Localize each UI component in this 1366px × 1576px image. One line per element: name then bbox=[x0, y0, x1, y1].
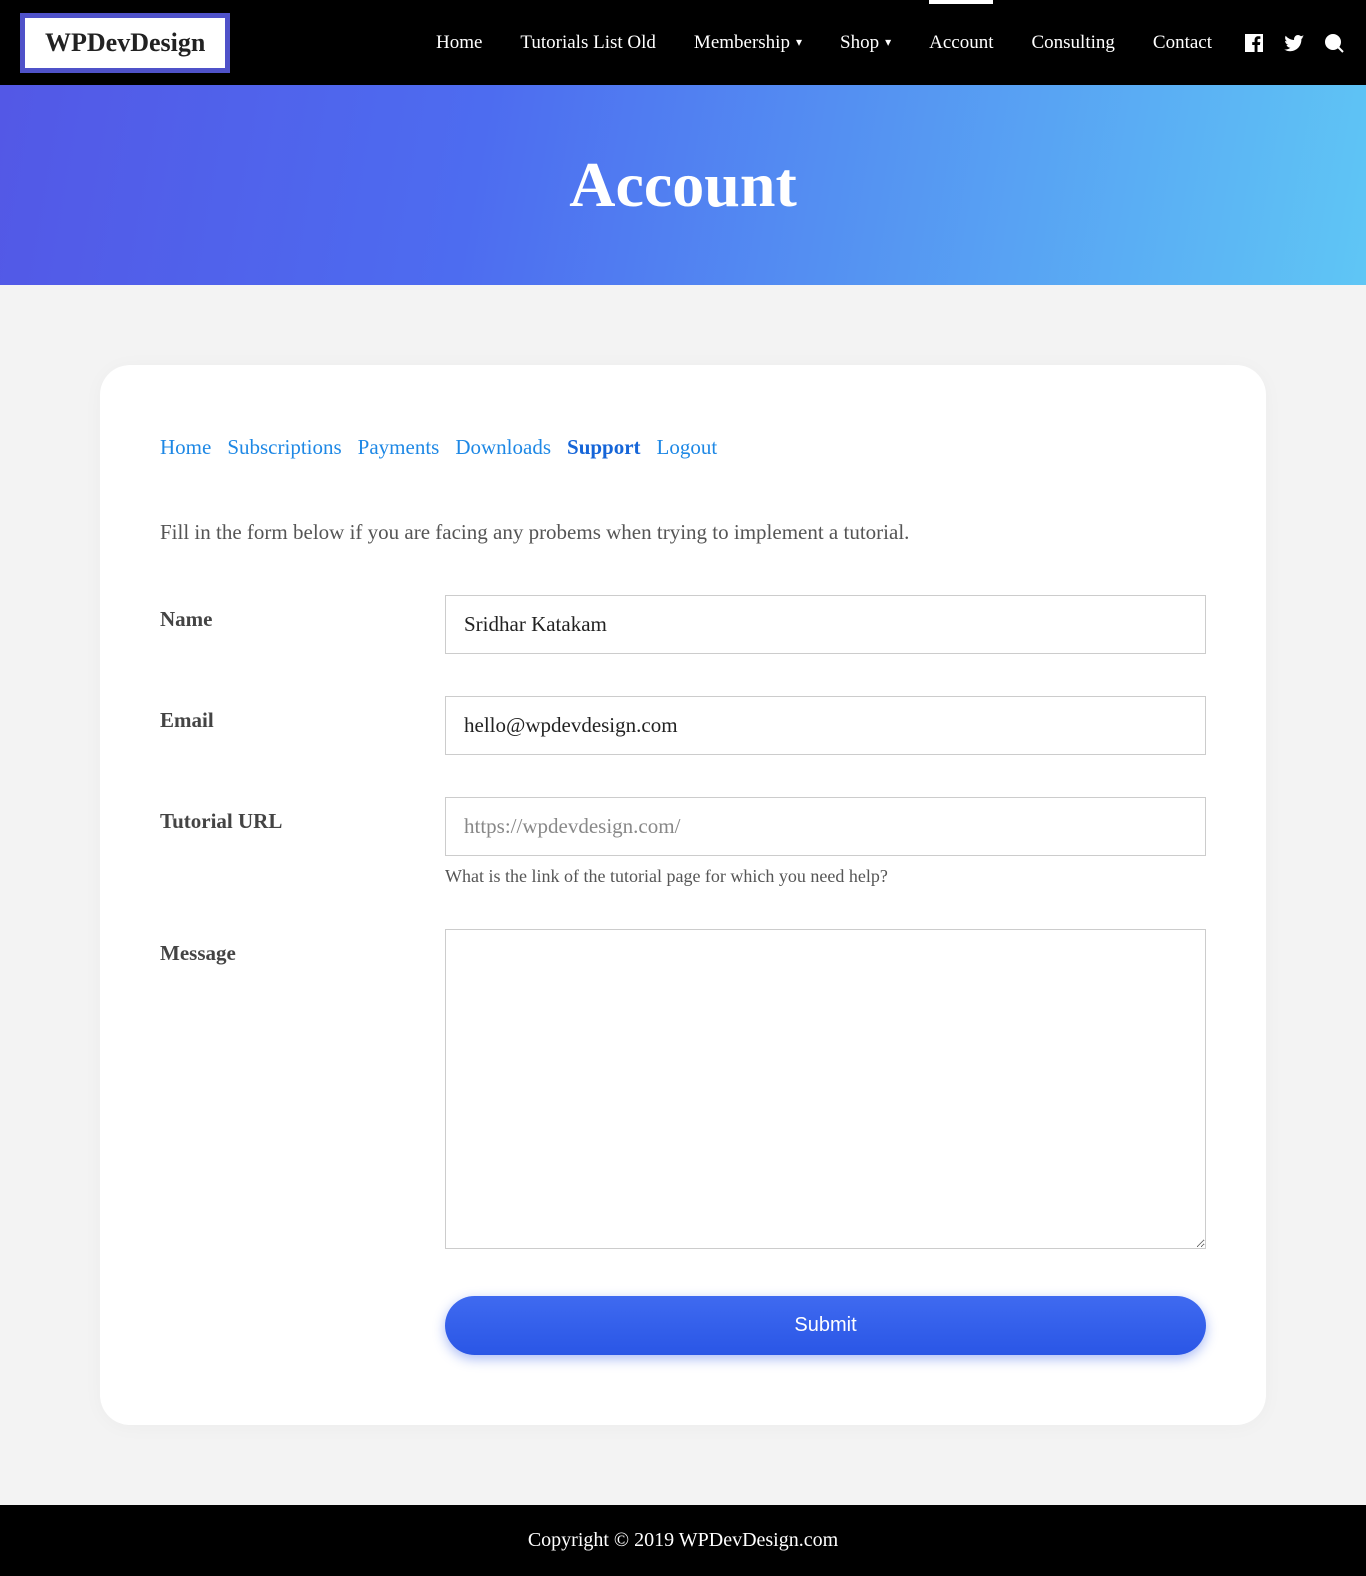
content: Home Subscriptions Payments Downloads Su… bbox=[0, 285, 1366, 1505]
header-icons bbox=[1242, 31, 1346, 55]
tab-home[interactable]: Home bbox=[160, 435, 211, 460]
nav-shop[interactable]: Shop ▾ bbox=[840, 0, 891, 85]
facebook-icon[interactable] bbox=[1242, 31, 1266, 55]
field-row-url: Tutorial URL What is the link of the tut… bbox=[160, 797, 1206, 887]
header: WPDevDesign Home Tutorials List Old Memb… bbox=[0, 0, 1366, 85]
nav-membership-label: Membership bbox=[694, 32, 790, 54]
email-input[interactable] bbox=[445, 696, 1206, 755]
nav-consulting[interactable]: Consulting bbox=[1031, 0, 1114, 85]
message-input[interactable] bbox=[445, 929, 1206, 1249]
tab-downloads[interactable]: Downloads bbox=[455, 435, 551, 460]
submit-button[interactable]: Submit bbox=[445, 1296, 1206, 1355]
chevron-down-icon: ▾ bbox=[796, 35, 802, 50]
logo[interactable]: WPDevDesign bbox=[20, 13, 230, 73]
nav-contact[interactable]: Contact bbox=[1153, 0, 1212, 85]
intro-text: Fill in the form below if you are facing… bbox=[160, 520, 1206, 545]
account-tabs: Home Subscriptions Payments Downloads Su… bbox=[160, 435, 1206, 460]
submit-row: Submit bbox=[445, 1296, 1206, 1355]
name-input[interactable] bbox=[445, 595, 1206, 654]
field-row-message: Message bbox=[160, 929, 1206, 1254]
chevron-down-icon: ▾ bbox=[885, 35, 891, 50]
tab-payments[interactable]: Payments bbox=[358, 435, 440, 460]
tab-support[interactable]: Support bbox=[567, 435, 641, 460]
message-label: Message bbox=[160, 929, 445, 966]
search-icon[interactable] bbox=[1322, 31, 1346, 55]
email-label: Email bbox=[160, 696, 445, 733]
field-row-email: Email bbox=[160, 696, 1206, 755]
nav-home[interactable]: Home bbox=[436, 0, 482, 85]
page-title: Account bbox=[569, 148, 797, 222]
tab-subscriptions[interactable]: Subscriptions bbox=[227, 435, 341, 460]
hero: Account bbox=[0, 85, 1366, 285]
nav-tutorials[interactable]: Tutorials List Old bbox=[520, 0, 656, 85]
main-nav: Home Tutorials List Old Membership ▾ Sho… bbox=[436, 0, 1212, 85]
twitter-icon[interactable] bbox=[1282, 31, 1306, 55]
url-help: What is the link of the tutorial page fo… bbox=[445, 866, 1206, 887]
nav-shop-label: Shop bbox=[840, 32, 879, 54]
url-label: Tutorial URL bbox=[160, 797, 445, 834]
account-card: Home Subscriptions Payments Downloads Su… bbox=[100, 365, 1266, 1425]
field-row-name: Name bbox=[160, 595, 1206, 654]
tab-logout[interactable]: Logout bbox=[657, 435, 718, 460]
name-label: Name bbox=[160, 595, 445, 632]
support-form: Name Email Tutorial URL What is the link… bbox=[160, 595, 1206, 1355]
nav-account[interactable]: Account bbox=[929, 0, 993, 85]
url-input[interactable] bbox=[445, 797, 1206, 856]
footer: Copyright © 2019 WPDevDesign.com bbox=[0, 1505, 1366, 1576]
nav-membership[interactable]: Membership ▾ bbox=[694, 0, 802, 85]
